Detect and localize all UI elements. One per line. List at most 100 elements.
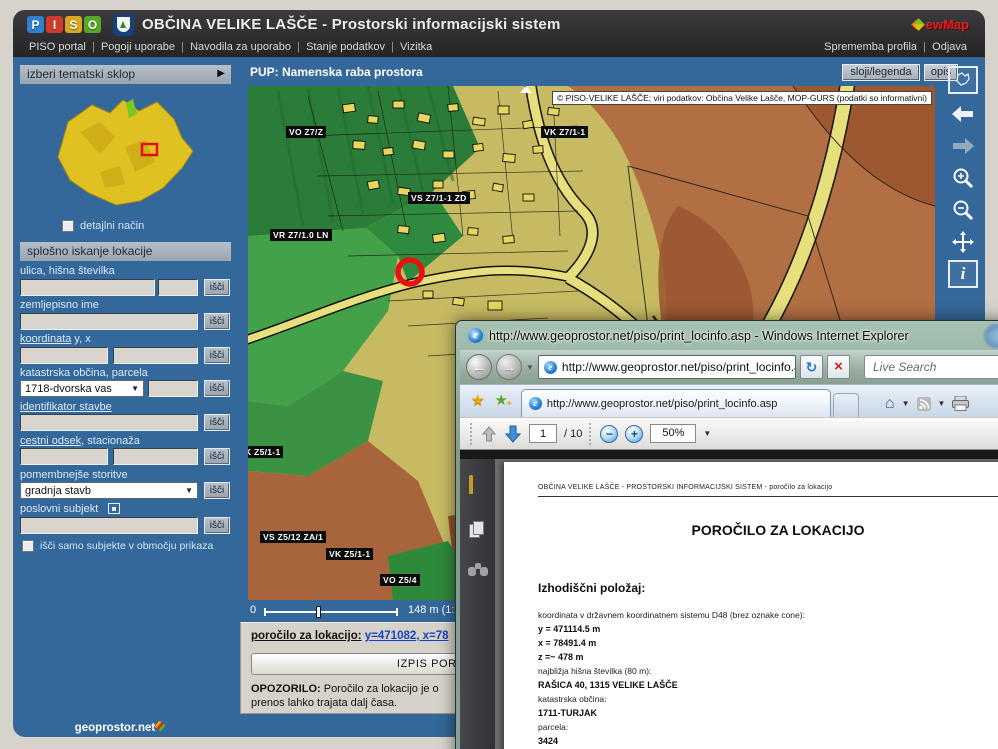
geoname-label: zemljepisno ime (20, 299, 99, 311)
geoname-input[interactable] (20, 313, 198, 330)
ie-title-bar[interactable]: e http://www.geoprostor.net/piso/print_l… (456, 321, 998, 350)
browser-tab[interactable]: e http://www.geoprostor.net/piso/print_l… (521, 389, 831, 417)
report-coordinates-link[interactable]: y=471082, x=78 (365, 630, 449, 642)
zoom-out-button[interactable]: − (600, 425, 618, 443)
business-info-icon[interactable] (108, 503, 120, 514)
pdf-sidebar (460, 459, 495, 749)
street-search-button[interactable]: išči (204, 279, 230, 296)
zoom-in-tool[interactable] (948, 164, 978, 192)
browser-forward-button[interactable]: → (496, 354, 522, 380)
zoom-in-button[interactable]: + (625, 425, 643, 443)
zone-label: VK Z5/1-1 (326, 548, 373, 560)
header-title-row: P I S O OBČINA VELIKE LAŠČE - Prostorski… (13, 10, 985, 39)
coordinate-link[interactable]: koordinata (20, 333, 71, 345)
address-bar[interactable]: e http://www.geoprostor.net/piso/print_l… (538, 355, 796, 379)
zoom-out-tool[interactable] (948, 196, 978, 224)
scale-ruler[interactable] (264, 611, 398, 613)
next-page-icon[interactable] (504, 425, 522, 443)
full-extent-tool[interactable] (948, 66, 978, 94)
identify-tool[interactable]: i (948, 260, 978, 288)
building-id-link[interactable]: identifikator stavbe (20, 401, 112, 413)
road-search-button[interactable]: išči (204, 448, 230, 465)
feed-dropdown-icon[interactable]: ▼ (938, 399, 946, 408)
add-favorite-icon[interactable]: ★+ (494, 388, 507, 414)
document-line: 3424 (538, 736, 558, 746)
pdf-top-strip (460, 450, 998, 459)
address-url: http://www.geoprostor.net/piso/print_loc… (562, 360, 796, 374)
stop-button[interactable]: × (827, 355, 850, 379)
menu-vizitka[interactable]: Vizitka (385, 41, 432, 53)
menu-navodila[interactable]: Navodila za uporabo (175, 41, 291, 53)
pan-tool[interactable] (948, 228, 978, 256)
history-dropdown-icon[interactable]: ▼ (526, 363, 534, 372)
stationing-input[interactable] (113, 448, 198, 465)
coordinate-y-input[interactable] (20, 347, 108, 364)
cadastral-select[interactable]: 1718-dvorska vas ▼ (20, 380, 144, 397)
back-arrow-tool[interactable] (948, 100, 978, 128)
panel-collapse-arrow-icon[interactable] (520, 86, 532, 93)
menu-odjava[interactable]: Odjava (917, 41, 967, 53)
document-line: 1711-TURJAK (538, 708, 597, 718)
road-section-input[interactable] (20, 448, 108, 465)
header-menu-row: PISO portal Pogoji uporabe Navodila za u… (13, 38, 985, 55)
building-id-input[interactable] (20, 414, 198, 431)
house-number-input[interactable] (158, 279, 198, 296)
print-icon[interactable] (952, 396, 969, 411)
street-input[interactable] (20, 279, 155, 296)
theme-selector[interactable]: ▶ izberi tematski sklop (20, 65, 231, 84)
menu-pogoji-uporabe[interactable]: Pogoji uporabe (86, 41, 175, 53)
page-title: OBČINA VELIKE LAŠČE - Prostorski informa… (142, 16, 560, 33)
cadastral-search-button[interactable]: išči (204, 380, 230, 397)
services-search-button[interactable]: išči (204, 482, 230, 499)
piso-logo-s: S (65, 16, 82, 33)
pdf-content-area: OBČINA VELIKE LAŠČE - PROSTORSKI INFORMA… (460, 450, 998, 749)
favorites-icon[interactable]: ★ (471, 388, 484, 414)
geoname-search-button[interactable]: išči (204, 313, 230, 330)
business-search-button[interactable]: išči (204, 517, 230, 534)
map-copyright: © PISO-VELIKE LAŠČE; viri podatkov: Obči… (552, 91, 932, 105)
tab-title: http://www.geoprostor.net/piso/print_loc… (547, 398, 778, 410)
coordinate-search-button[interactable]: išči (204, 347, 230, 364)
ie-icon: e (468, 328, 483, 343)
business-input[interactable] (20, 517, 198, 534)
geoprostor-leaf-icon (155, 720, 166, 731)
new-tab-stub[interactable] (833, 393, 859, 417)
document-line: RAŠICA 40, 1315 VELIKE LAŠČE (538, 680, 678, 690)
layers-legend-button[interactable]: sloji/legenda (842, 64, 920, 81)
zoom-dropdown-icon[interactable]: ▼ (703, 429, 711, 438)
rss-feed-icon[interactable] (917, 397, 931, 411)
home-dropdown-icon[interactable]: ▼ (902, 399, 910, 408)
live-search-box[interactable]: Live Search (864, 355, 998, 379)
previous-page-icon[interactable] (481, 426, 497, 442)
parcel-input[interactable] (148, 380, 198, 397)
zoom-level-box[interactable]: 50% (650, 424, 696, 443)
report-warning: OPOZORILO: Poročilo za lokacijo je o pre… (251, 682, 439, 710)
scale-slider-handle[interactable] (316, 606, 321, 618)
toolbar-grip (470, 423, 474, 445)
document-line: koordinata v državnem koordinatnem siste… (538, 610, 805, 620)
coordinate-x-input[interactable] (113, 347, 198, 364)
detail-mode-checkbox[interactable] (62, 220, 74, 232)
forward-arrow-tool[interactable] (948, 132, 978, 160)
menu-right: Sprememba profila Odjava (824, 41, 967, 53)
refresh-button[interactable]: ↻ (800, 355, 823, 379)
menu-piso-portal[interactable]: PISO portal (29, 41, 86, 53)
search-section-header: splošno iskanje lokacije (20, 242, 231, 261)
building-id-search-button[interactable]: išči (204, 414, 230, 431)
services-select[interactable]: gradnja stavb ▼ (20, 482, 198, 499)
menu-stanje-podatkov[interactable]: Stanje podatkov (291, 41, 385, 53)
pages-panel-icon[interactable] (469, 521, 486, 539)
ie-navigation-bar: ← → ▼ e http://www.geoprostor.net/piso/p… (460, 350, 998, 384)
ewmap-logo: ewMap (914, 17, 969, 32)
menu-sprememba-profila[interactable]: Sprememba profila (824, 41, 917, 53)
document-line: x = 78491.4 m (538, 638, 596, 648)
document-title: POROČILO ZA LOKACIJO (504, 522, 998, 538)
browser-back-button[interactable]: ← (466, 354, 492, 380)
road-section-link[interactable]: cestni odsek (20, 435, 81, 447)
search-binoculars-icon[interactable] (468, 563, 488, 576)
overview-map[interactable] (30, 92, 216, 216)
page-number-input[interactable] (529, 424, 557, 443)
home-icon[interactable]: ⌂ (885, 397, 895, 411)
subjects-filter-checkbox[interactable] (22, 540, 34, 552)
security-lock-icon[interactable] (469, 477, 486, 498)
